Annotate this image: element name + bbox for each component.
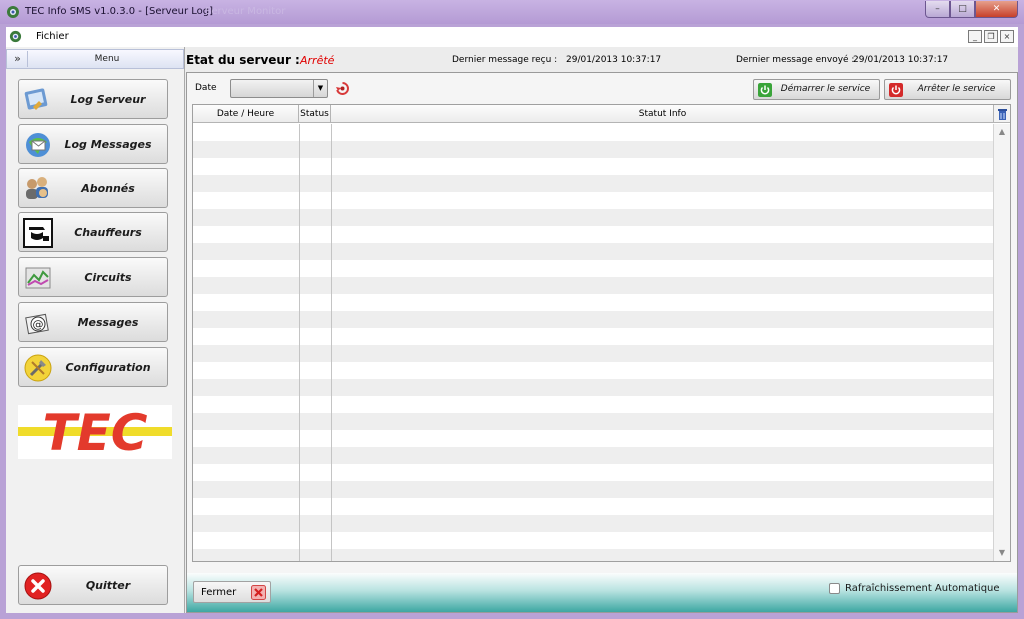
svg-text:TEC: TEC xyxy=(43,405,148,459)
nav-abonnes-button[interactable]: Abonnés xyxy=(18,168,168,208)
client-area: » Menu Log Serveur Log Messages Abonnés … xyxy=(6,47,1018,613)
last-received-value: 29/01/2013 10:37:17 xyxy=(566,55,662,65)
nav-label: Circuits xyxy=(84,270,132,284)
grid-body[interactable] xyxy=(193,124,994,561)
circuits-icon xyxy=(25,267,51,289)
column-header-statut-info[interactable]: Statut Info xyxy=(331,105,994,123)
auto-refresh-toggle[interactable]: Rafraîchissement Automatique xyxy=(829,583,1000,594)
config-icon xyxy=(24,354,52,382)
server-log-panel: Date ▼ Démarrer le service Arrêter le se… xyxy=(186,72,1018,613)
last-received-label: Dernier message reçu : xyxy=(452,55,558,65)
window-title: TEC Info SMS v1.0.3.0 - [Serveur Log] xyxy=(25,6,214,17)
menu-fichier[interactable]: Fichier xyxy=(36,31,69,42)
scroll-down-icon[interactable]: ▼ xyxy=(994,545,1010,561)
date-filter-select[interactable]: ▼ xyxy=(230,79,328,98)
start-service-button[interactable]: Démarrer le service xyxy=(753,79,880,100)
close-window-button[interactable]: ✕ xyxy=(975,1,1018,18)
grid-header: Date / Heure Status Statut Info xyxy=(193,105,994,123)
mdi-controls: _ ❐ × xyxy=(968,30,1014,43)
maximize-button[interactable]: □ xyxy=(950,1,975,18)
quit-button[interactable]: Quitter xyxy=(18,565,168,605)
column-divider xyxy=(331,124,332,561)
auto-refresh-label: Rafraîchissement Automatique xyxy=(845,583,1000,594)
power-off-icon xyxy=(889,83,903,97)
menu-bar: Fichier _ ❐ × xyxy=(6,27,1018,47)
server-status-bar: Etat du serveur : Arrêté Dernier message… xyxy=(186,51,1018,71)
clear-log-button[interactable] xyxy=(993,105,1010,123)
stop-service-label: Arrêter le service xyxy=(917,84,996,94)
svg-text:@: @ xyxy=(33,318,44,331)
server-state-label: Etat du serveur : xyxy=(186,53,300,67)
stop-service-button[interactable]: Arrêter le service xyxy=(884,79,1011,100)
power-on-icon xyxy=(758,83,772,97)
nav-label: Chauffeurs xyxy=(74,225,142,239)
mdi-minimize-button[interactable]: _ xyxy=(968,30,982,43)
vertical-scrollbar[interactable]: ▲ ▼ xyxy=(993,124,1010,561)
refresh-icon[interactable] xyxy=(335,81,350,96)
messages-log-icon xyxy=(26,133,50,157)
minimize-button[interactable]: – xyxy=(925,1,950,18)
nav-messages-button[interactable]: @ Messages xyxy=(18,302,168,342)
tec-logo: TEC xyxy=(18,405,172,459)
nav-label: Messages xyxy=(77,315,139,329)
side-menu: » Menu Log Serveur Log Messages Abonnés … xyxy=(6,47,185,613)
close-icon xyxy=(251,585,266,600)
nav-label: Abonnés xyxy=(81,181,135,195)
column-header-status[interactable]: Status xyxy=(299,105,331,123)
mdi-restore-button[interactable]: ❐ xyxy=(984,30,998,43)
driver-icon xyxy=(23,218,53,248)
nav-log-messages-button[interactable]: Log Messages xyxy=(18,124,168,164)
email-icon: @ xyxy=(25,313,49,335)
window-faded-title: Serveur Monitor xyxy=(205,6,286,17)
nav-label: Log Serveur xyxy=(70,92,146,106)
mdi-child-icon[interactable] xyxy=(9,30,22,43)
tec-logo-graphic: TEC xyxy=(18,405,172,459)
trash-icon xyxy=(998,109,1007,120)
menu-header: » Menu xyxy=(6,49,184,69)
panel-footer: Fermer Rafraîchissement Automatique xyxy=(187,573,1017,612)
nav-chauffeurs-button[interactable]: Chauffeurs xyxy=(18,212,168,252)
server-state-value: Arrêté xyxy=(300,54,335,67)
close-panel-button[interactable]: Fermer xyxy=(193,581,271,603)
nav-label: Quitter xyxy=(85,578,131,592)
window-controls: – □ ✕ xyxy=(925,1,1018,18)
log-grid[interactable]: Date / Heure Status Statut Info ▲ ▼ xyxy=(192,104,1011,562)
window-title-bar: TEC Info SMS v1.0.3.0 - [Serveur Log] Se… xyxy=(0,0,1024,24)
column-divider xyxy=(299,124,300,561)
column-header-date[interactable]: Date / Heure xyxy=(193,105,299,123)
nav-log-serveur-button[interactable]: Log Serveur xyxy=(18,79,168,119)
quit-icon xyxy=(24,572,52,600)
server-log-icon xyxy=(24,88,48,110)
users-icon xyxy=(26,177,48,199)
last-sent-label: Dernier message envoyé : xyxy=(736,55,855,65)
menu-header-label: Menu xyxy=(94,54,120,64)
start-service-label: Démarrer le service xyxy=(780,84,871,94)
close-panel-label: Fermer xyxy=(201,587,237,598)
scroll-up-icon[interactable]: ▲ xyxy=(994,124,1010,140)
mdi-close-button[interactable]: × xyxy=(1000,30,1014,43)
nav-configuration-button[interactable]: Configuration xyxy=(18,347,168,387)
auto-refresh-checkbox[interactable] xyxy=(829,583,840,594)
chevron-down-icon[interactable]: ▼ xyxy=(313,80,327,97)
last-sent-value: 29/01/2013 10:37:17 xyxy=(853,55,949,65)
app-icon xyxy=(7,6,19,18)
nav-label: Log Messages xyxy=(64,137,152,151)
collapse-menu-icon[interactable]: » xyxy=(8,51,28,67)
nav-circuits-button[interactable]: Circuits xyxy=(18,257,168,297)
date-filter-label: Date xyxy=(195,83,217,93)
nav-label: Configuration xyxy=(65,360,151,374)
